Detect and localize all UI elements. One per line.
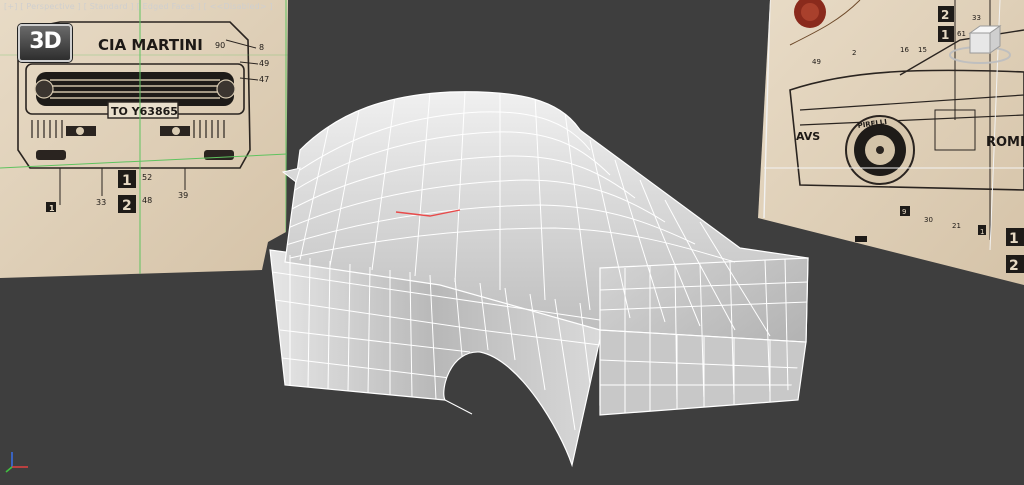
mesh-edge — [444, 399, 473, 415]
callout: 61 — [957, 30, 966, 38]
left-race-number-1: 1 — [122, 173, 132, 189]
callout: 15 — [918, 46, 927, 54]
left-plate-text: TO Y63865 — [111, 105, 178, 118]
callout: 52 — [142, 173, 152, 182]
right-blueprint-plane[interactable]: 2 1 33 61 2 16 15 49 9 30 21 1 1 2 PIREL… — [758, 0, 1024, 285]
callout: 33 — [96, 198, 106, 207]
left-race-number-2: 2 — [122, 198, 132, 214]
logo-text: 3D — [29, 29, 62, 54]
right-sponsor-rome: ROME — [986, 135, 1024, 150]
callout: 49 — [259, 59, 269, 68]
callout: 39 — [178, 191, 188, 200]
viewport-scene[interactable]: CIA MARTINI TO Y63865 90 8 49 47 52 48 3… — [0, 0, 1024, 485]
right-sponsor-avs: AVS — [796, 130, 820, 143]
right-race-number-2-bottom: 2 — [1009, 258, 1019, 274]
callout: 21 — [952, 222, 961, 230]
callout: 33 — [972, 14, 981, 22]
callout: 16 — [900, 46, 909, 54]
callout: 2 — [852, 49, 856, 57]
left-brand-text: CIA MARTINI — [98, 36, 203, 54]
right-race-number-1-top: 1 — [941, 28, 949, 42]
callout: 1 — [980, 228, 984, 236]
axis-tripod — [5, 452, 28, 473]
right-race-number-1-bottom: 1 — [1009, 231, 1019, 247]
viewport-label[interactable]: [+] [ Perspective ] [ Standard ] [ Edged… — [4, 2, 273, 11]
3d-viewport[interactable]: CIA MARTINI TO Y63865 90 8 49 47 52 48 3… — [0, 0, 1024, 485]
callout: 48 — [142, 196, 152, 205]
car-body-mesh[interactable] — [269, 91, 809, 468]
3d-logo: 3D — [18, 24, 72, 62]
callout: 8 — [259, 43, 264, 52]
right-race-number-2-top: 2 — [941, 8, 949, 22]
callout: 90 — [215, 41, 225, 50]
callout: 47 — [259, 75, 269, 84]
callout: 9 — [902, 208, 906, 216]
left-small-number: 1 — [49, 204, 55, 213]
callout: 30 — [924, 216, 933, 224]
callout: 49 — [812, 58, 821, 66]
